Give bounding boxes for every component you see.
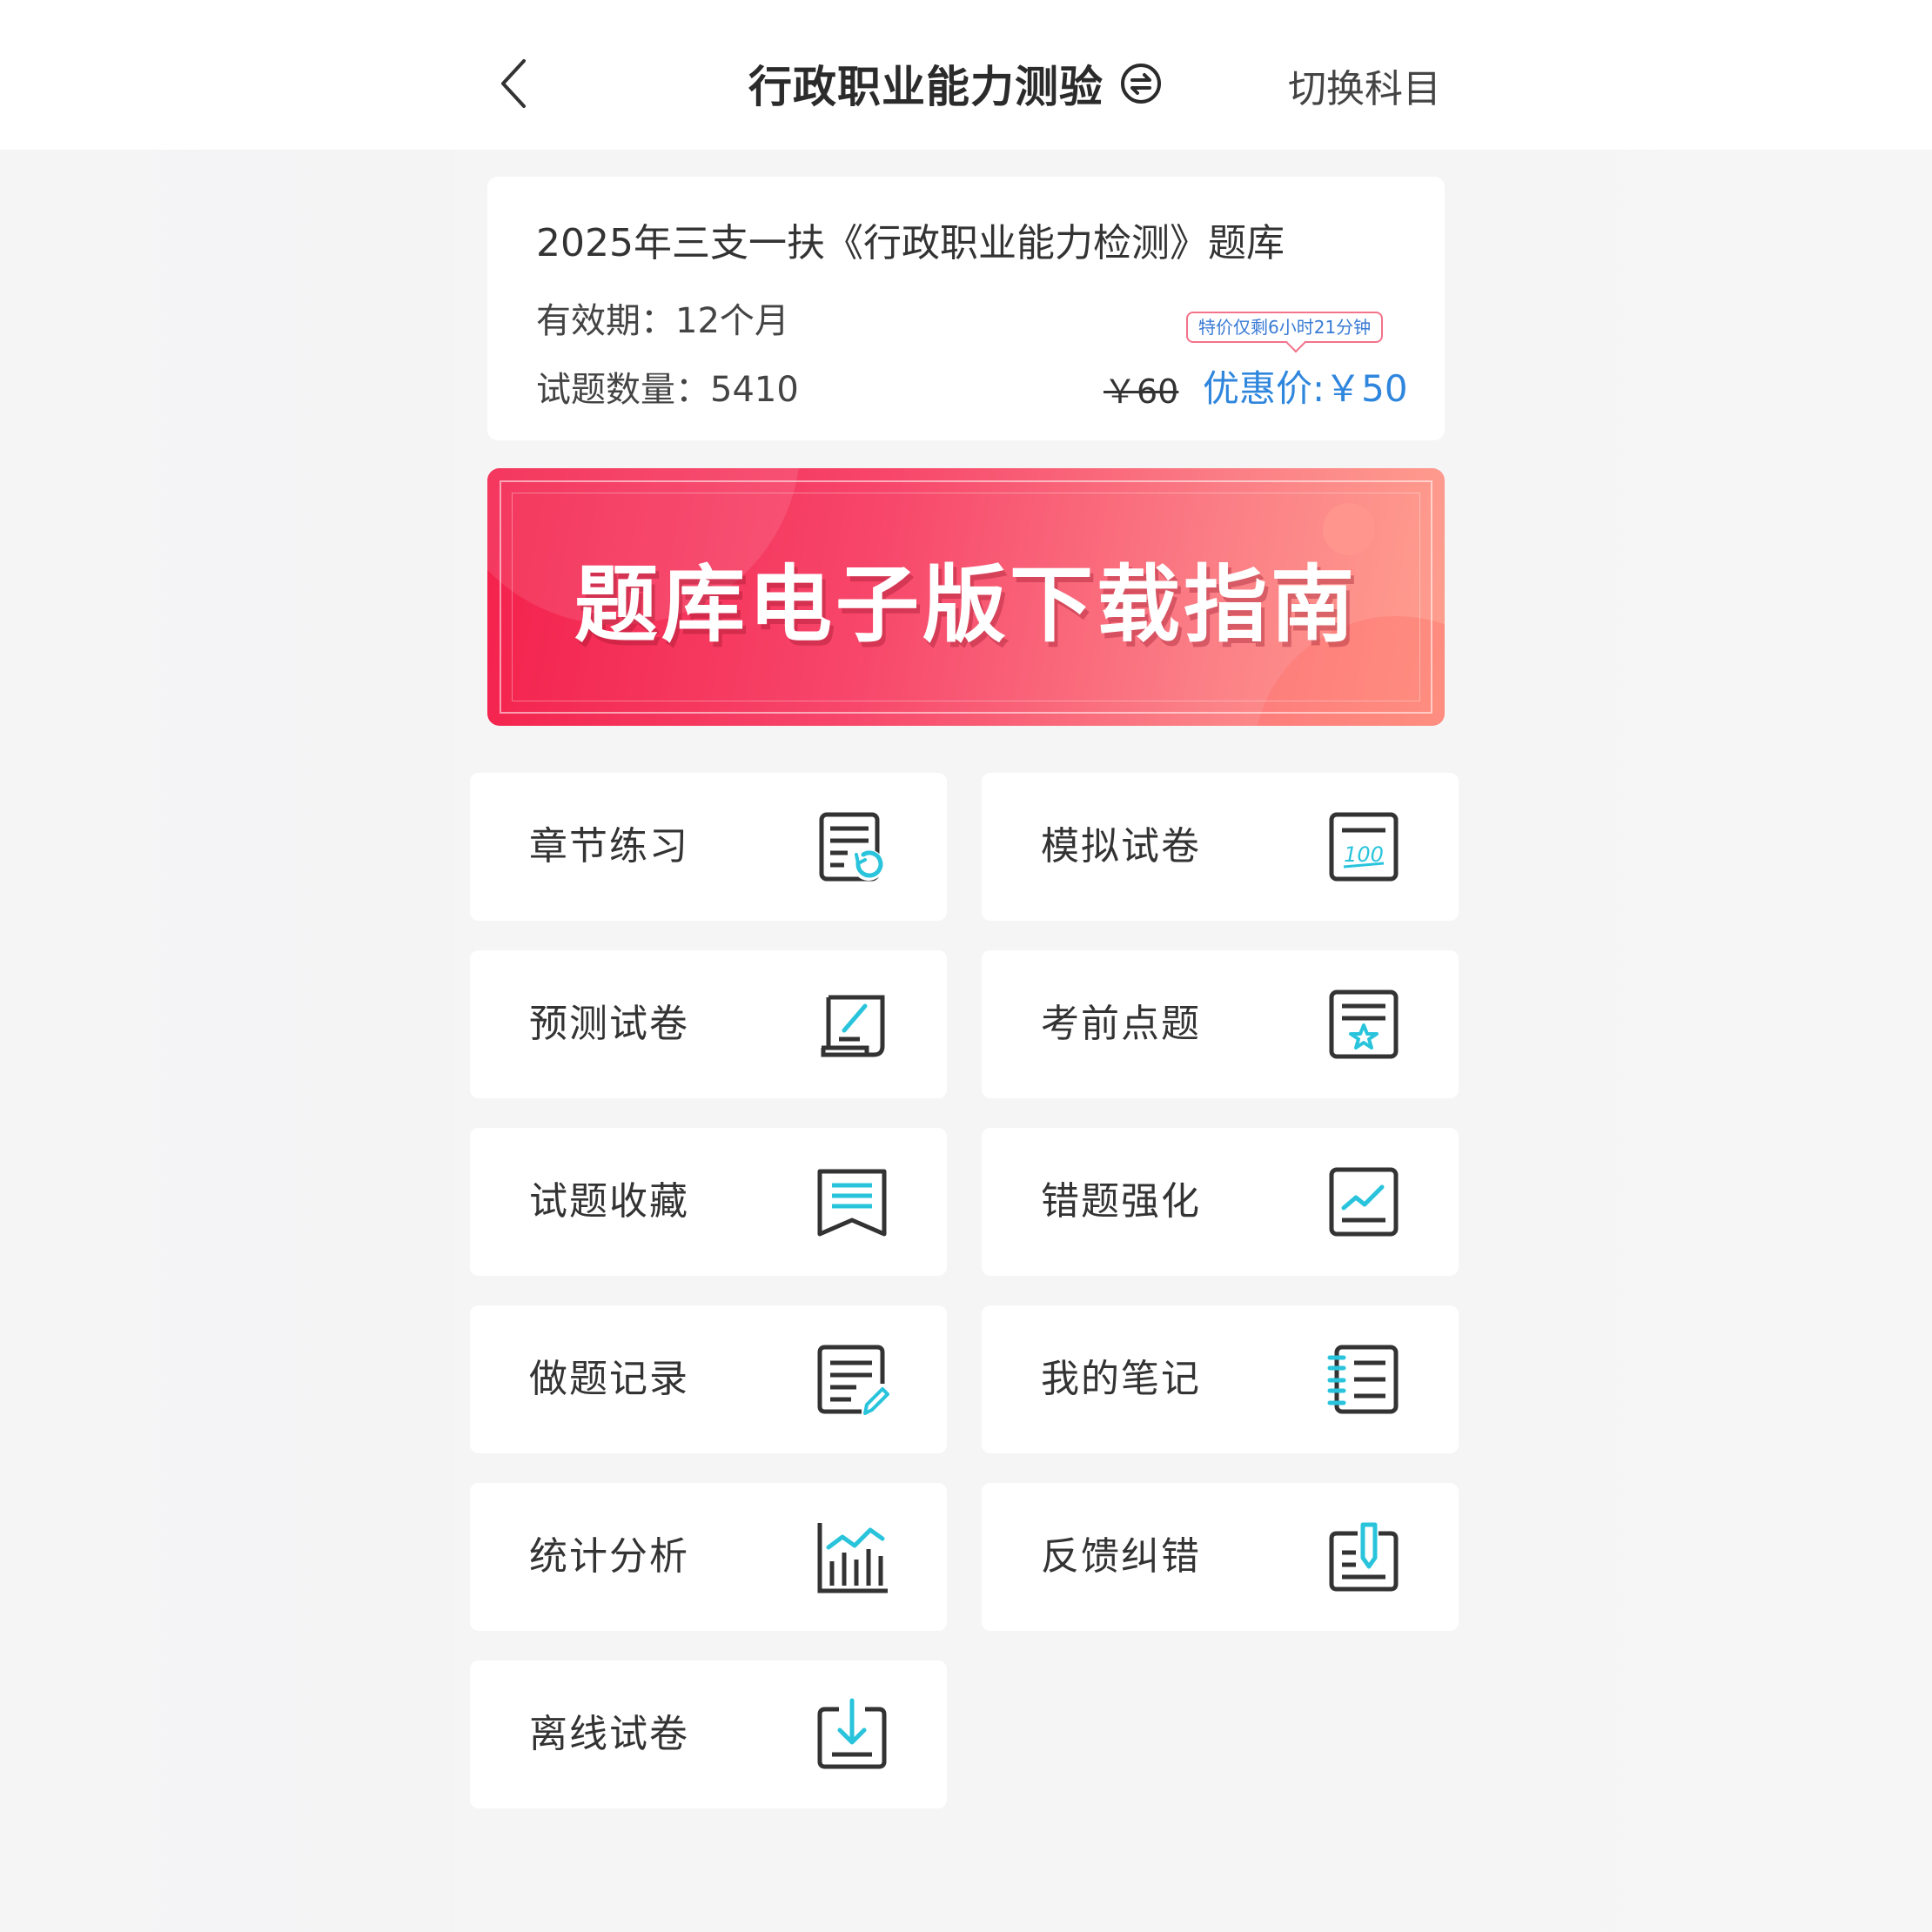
offline-exam-icon [817,1698,887,1769]
question-count-text: 试题数量：5410 [536,370,799,410]
download-guide-banner[interactable]: 题库电子版下载指南 [487,468,1445,726]
validity-text: 有效期：12个月 [536,301,789,341]
menu-item-forecast-exam[interactable]: 预测试卷 [470,950,947,1098]
key-points-icon [1329,989,1399,1059]
page-title: 行政职业能力测验 [748,62,1104,112]
top-bar: 行政职业能力测验 切换科目 [0,0,1932,150]
practice-record-icon [817,1345,889,1415]
menu-item-favorites[interactable]: 试题收藏 [470,1128,947,1276]
menu-item-label: 做题记录 [529,1357,689,1401]
menu-item-label: 模拟试卷 [1041,824,1201,869]
mistakes-icon [1329,1167,1399,1237]
countdown-badge: 特价仅剩6小时21分钟 [1186,312,1384,343]
switch-subject-link[interactable]: 切换科目 [1288,57,1441,113]
bank-title: 2025年三支一扶《行政职业能力检测》题库 [536,221,1285,265]
feedback-icon [1329,1522,1399,1592]
title-area: 行政职业能力测验 [748,52,1163,115]
menu-item-label: 离线试卷 [529,1712,689,1756]
menu-item-label: 考前点题 [1041,1002,1201,1046]
menu-item-offline-exam[interactable]: 离线试卷 [470,1660,947,1808]
favorites-icon [817,1169,887,1237]
menu-item-label: 统计分析 [529,1534,689,1579]
chapter-practice-icon [819,812,884,882]
menu-item-label: 试题收藏 [529,1179,689,1224]
statistics-icon [817,1523,888,1593]
mock-exam-icon: 100 [1329,812,1399,882]
original-price: ￥60 [1104,372,1179,411]
question-bank-card: 2025年三支一扶《行政职业能力检测》题库 有效期：12个月 试题数量：5410… [487,177,1445,440]
menu-item-notes[interactable]: 我的笔记 [982,1305,1459,1453]
forecast-exam-icon [821,995,885,1057]
menu-item-mistakes[interactable]: 错题强化 [982,1128,1459,1276]
menu-item-label: 我的笔记 [1041,1357,1201,1401]
chevron-left-icon [501,59,526,108]
switch-circle-icon[interactable] [1119,62,1163,105]
menu-item-practice-record[interactable]: 做题记录 [470,1305,947,1453]
menu-item-key-points[interactable]: 考前点题 [982,950,1459,1098]
banner-title: 题库电子版下载指南 [574,555,1358,654]
menu-item-label: 反馈纠错 [1041,1534,1201,1579]
notes-icon [1327,1345,1399,1414]
menu-item-chapter-practice[interactable]: 章节练习 [470,773,947,921]
menu-item-statistics[interactable]: 统计分析 [470,1483,947,1631]
back-button[interactable] [487,49,540,118]
sale-price[interactable]: 优惠价:￥50 [1203,359,1408,413]
menu-item-label: 错题强化 [1041,1179,1201,1224]
menu-item-label: 章节练习 [529,824,689,869]
menu-item-label: 预测试卷 [529,1002,689,1046]
menu-item-feedback[interactable]: 反馈纠错 [982,1483,1459,1631]
menu-item-mock-exam[interactable]: 模拟试卷 100 [982,773,1459,921]
